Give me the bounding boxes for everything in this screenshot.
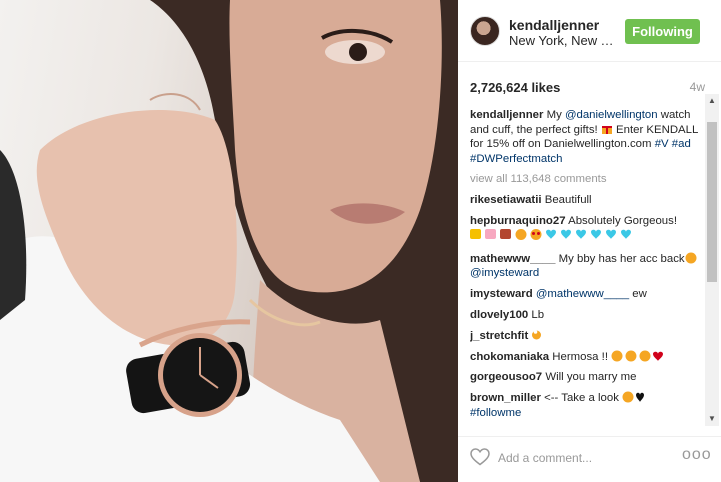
comment-username[interactable]: dlovely100 xyxy=(470,309,528,321)
comment-username[interactable]: imysteward xyxy=(470,288,533,300)
comments-scrollbar[interactable]: ▲ ▼ xyxy=(705,94,719,426)
comment-item: dlovely100 Lb xyxy=(470,308,702,323)
caption-mention[interactable]: @danielwellington xyxy=(565,109,658,121)
post-photo[interactable] xyxy=(0,0,458,482)
avatar[interactable] xyxy=(470,16,500,46)
following-button[interactable]: Following xyxy=(625,19,700,44)
hashtag-link[interactable]: #followme xyxy=(470,407,521,419)
add-comment-input[interactable] xyxy=(498,447,658,469)
comment-item: mathewww____ My bby has her acc back @im… xyxy=(470,252,702,281)
location-link[interactable]: New York, New York xyxy=(509,33,617,48)
comment-item: j_stretchfit xyxy=(470,328,702,344)
emoji-row-icon xyxy=(470,229,631,241)
gift-emoji-icon xyxy=(601,125,612,134)
caption-username[interactable]: kendalljenner xyxy=(470,109,543,121)
ok-hand-emoji-icon xyxy=(532,330,542,340)
scroll-down-arrow-icon[interactable]: ▼ xyxy=(705,412,719,426)
comments-list: kendalljenner My @danielwellington watch… xyxy=(470,108,702,426)
smile-emoji-icon xyxy=(685,252,697,264)
comment-item: gorgeousoo7 Will you marry me xyxy=(470,370,702,385)
comment-item: brown_miller <-- Take a look #followme xyxy=(470,391,702,420)
comment-username[interactable]: j_stretchfit xyxy=(470,330,528,342)
view-all-comments-link[interactable]: view all 113,648 comments xyxy=(470,172,702,187)
comment-text: Will you marry me xyxy=(542,371,637,384)
photo-illustration xyxy=(0,0,458,482)
comment-text: <-- Take a look xyxy=(540,391,623,404)
instagram-post: kendalljenner New York, New York Followi… xyxy=(0,0,721,482)
comment-text: Lb xyxy=(528,308,545,321)
emoji-row-icon xyxy=(622,391,645,403)
comment-item: imysteward @mathewww____ ew xyxy=(470,287,702,302)
comment-text: ew xyxy=(629,287,647,300)
author-username[interactable]: kendalljenner xyxy=(509,17,599,33)
hashtag-link[interactable]: #ad xyxy=(672,138,691,150)
comment-mention[interactable]: @mathewww____ xyxy=(536,288,629,300)
post-age: 4w xyxy=(689,80,705,94)
post-header: kendalljenner New York, New York Followi… xyxy=(458,0,721,62)
post-sidebar: kendalljenner New York, New York Followi… xyxy=(458,0,721,482)
hashtag-link[interactable]: #V xyxy=(655,138,669,150)
scrollbar-thumb[interactable] xyxy=(707,122,717,282)
comment-username[interactable]: hepburnaquino27 xyxy=(470,215,566,227)
comment-text: My bby has her acc back xyxy=(555,252,685,265)
comment-item: rikesetiawatii Beautifull xyxy=(470,193,702,208)
comment-text: Beautifull xyxy=(541,193,592,206)
hashtag-link[interactable]: #DWPerfectmatch xyxy=(470,153,562,165)
heart-outline-icon[interactable] xyxy=(470,448,490,466)
comment-username[interactable]: gorgeousoo7 xyxy=(470,371,542,383)
scroll-up-arrow-icon[interactable]: ▲ xyxy=(705,94,719,108)
comment-item: hepburnaquino27 Absolutely Gorgeous! xyxy=(470,214,702,246)
comment-mention[interactable]: @imysteward xyxy=(470,267,539,279)
comment-username[interactable]: brown_miller xyxy=(470,392,541,404)
post-footer: ooo xyxy=(458,436,721,482)
comment-text: Absolutely Gorgeous! xyxy=(565,214,678,227)
likes-count[interactable]: 2,726,624 likes xyxy=(470,80,560,95)
more-options-icon[interactable]: ooo xyxy=(682,446,712,464)
caption-text: My xyxy=(543,109,565,121)
comment-text: Hermosa !! xyxy=(549,350,612,363)
comment-username[interactable]: mathewww____ xyxy=(470,253,555,265)
caption: kendalljenner My @danielwellington watch… xyxy=(470,108,702,166)
emoji-row-icon xyxy=(611,350,664,362)
comment-item: chokomaniaka Hermosa !! xyxy=(470,350,702,365)
comment-username[interactable]: chokomaniaka xyxy=(470,351,549,363)
comment-username[interactable]: rikesetiawatii xyxy=(470,194,542,206)
